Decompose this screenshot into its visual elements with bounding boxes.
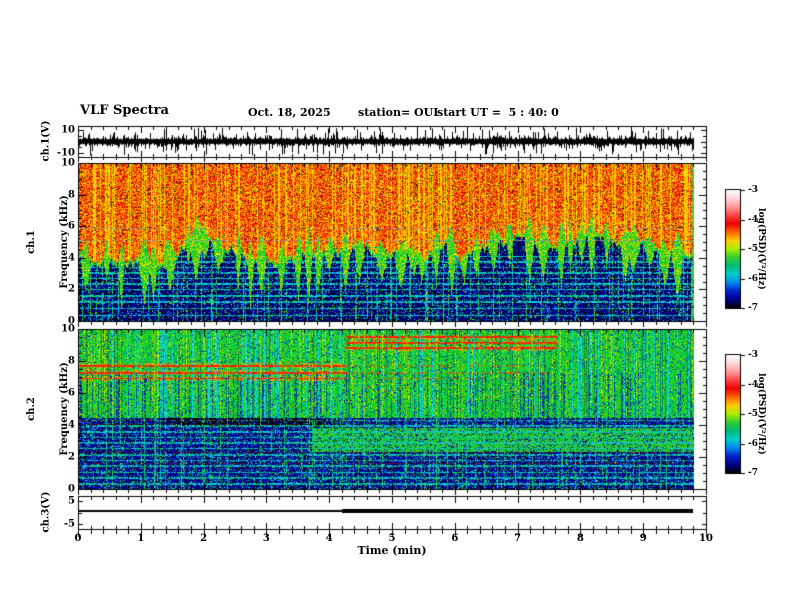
ch1-freq-tick-label: 2 bbox=[68, 283, 75, 295]
time-tick-label: 9 bbox=[639, 533, 647, 544]
time-tick-label: 0 bbox=[74, 533, 82, 544]
ch1-frequency-axis-label: ch.1 Frequency (kHz) bbox=[4, 195, 92, 288]
colorbar1-tick-label: -7 bbox=[748, 303, 758, 313]
time-tick-label: 8 bbox=[576, 533, 584, 544]
colorbar2-tick-label: -3 bbox=[748, 350, 758, 360]
time-tick-label: 7 bbox=[514, 533, 522, 544]
colorbar1-tick-label: -4 bbox=[748, 214, 758, 225]
ch2-freq-tick-label: 2 bbox=[68, 451, 75, 463]
time-tick-label: 1 bbox=[137, 533, 145, 544]
colorbar2-tick-label: -5 bbox=[748, 409, 758, 419]
time-tick-label: 6 bbox=[451, 533, 459, 544]
colorbar2-tick-label: -6 bbox=[748, 438, 758, 449]
time-tick-label: 10 bbox=[699, 533, 713, 544]
colorbar2-tick-label: -7 bbox=[748, 468, 758, 478]
vlf-spectra-figure: VLF Spectra Oct. 18, 2025 station= OUI s… bbox=[0, 0, 792, 612]
axis-label-line: ch.2 bbox=[26, 397, 37, 421]
ch1-freq-tick-label: 6 bbox=[68, 220, 75, 232]
figure-date: Oct. 18, 2025 bbox=[248, 106, 331, 119]
time-tick-label: 5 bbox=[388, 533, 396, 544]
figure-start-ut: start UT = 5 : 40: 0 bbox=[437, 106, 559, 119]
ch2-frequency-axis-label: ch.2 Frequency (kHz) bbox=[4, 362, 92, 455]
colorbar2-tick-label: -4 bbox=[748, 379, 758, 390]
ch1-voltage-axis-label: ch.1(V) bbox=[40, 120, 52, 162]
ch2-freq-tick-label: 8 bbox=[68, 355, 75, 367]
time-axis-label: Time (min) bbox=[357, 544, 427, 557]
ch2-freq-tick-label: 6 bbox=[68, 387, 75, 399]
colorbar1-tick-label: -5 bbox=[748, 244, 758, 254]
axis-label-line: ch.1 bbox=[26, 230, 37, 254]
ch1-freq-tick-label: 0 bbox=[68, 315, 75, 327]
ch2-freq-tick-label: 4 bbox=[68, 419, 75, 431]
ch1-volt-tick-label: -10 bbox=[56, 147, 75, 159]
ch1-freq-tick-label: 8 bbox=[68, 189, 75, 201]
ch1-freq-tick-label: 4 bbox=[68, 252, 75, 264]
ch3-volt-tick-label: -5 bbox=[63, 518, 75, 530]
ch1-freq-tick-label: 10 bbox=[61, 157, 75, 169]
time-tick-label: 2 bbox=[200, 533, 208, 544]
ch3-volt-tick-label: 5 bbox=[68, 495, 75, 507]
time-tick-label: 3 bbox=[262, 533, 270, 544]
ch3-voltage-axis-label: ch.3(V) bbox=[40, 491, 52, 533]
axis-label-line: Frequency (kHz) bbox=[59, 195, 70, 289]
colorbar1-tick-label: -3 bbox=[748, 185, 758, 195]
spectra-plot-canvas bbox=[0, 0, 792, 612]
axis-label-line: Frequency (kHz) bbox=[59, 362, 70, 456]
ch1-volt-tick-label: 10 bbox=[61, 124, 75, 136]
colorbar1-tick-label: -6 bbox=[748, 273, 758, 284]
figure-title: VLF Spectra bbox=[80, 103, 169, 118]
ch2-freq-tick-label: 0 bbox=[68, 483, 75, 495]
time-tick-label: 4 bbox=[325, 533, 333, 544]
figure-station: station= OUI bbox=[358, 106, 439, 119]
